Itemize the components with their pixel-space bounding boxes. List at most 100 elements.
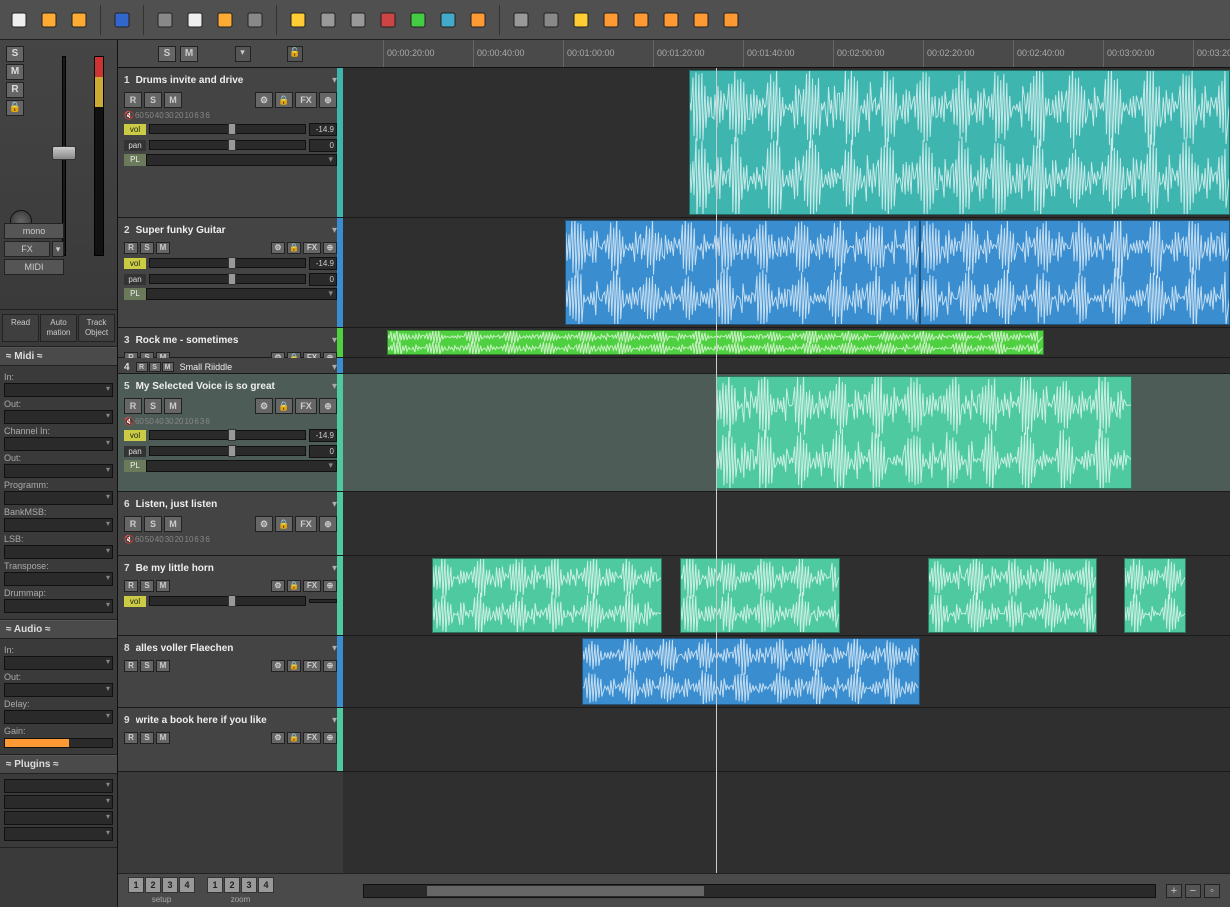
volume-slider[interactable] (149, 124, 306, 134)
solo-button[interactable]: S (144, 516, 162, 532)
plugin-combo[interactable] (146, 460, 337, 472)
volume-slider[interactable] (149, 258, 306, 268)
track-header[interactable]: 6Listen, just listen▾ R S M ⚙ 🔒 FX ⊕ 🔇 6… (118, 492, 343, 556)
align-icon[interactable] (467, 9, 489, 31)
field-combo[interactable] (4, 599, 113, 613)
track-header[interactable]: 9write a book here if you like▾ R S M ⚙ … (118, 708, 343, 772)
fx-button[interactable]: FX (303, 732, 321, 744)
mute-button[interactable]: M (6, 64, 24, 80)
setup-preset-button[interactable]: 1 (128, 877, 144, 893)
midi-button[interactable]: MIDI (4, 259, 64, 275)
lock-icon[interactable]: 🔒 (275, 516, 293, 532)
track-name[interactable]: My Selected Voice is so great (136, 381, 326, 392)
mute-button[interactable]: M (156, 242, 170, 254)
zoom-fit[interactable]: ◦ (1204, 884, 1220, 898)
zoom-preset-button[interactable]: 3 (241, 877, 257, 893)
field-combo[interactable] (4, 491, 113, 505)
copy-icon[interactable] (184, 9, 206, 31)
plugin-slot[interactable] (4, 811, 113, 825)
mute-button[interactable]: M (156, 732, 170, 744)
range4-icon[interactable] (690, 9, 712, 31)
zoom-preset-button[interactable]: 2 (224, 877, 240, 893)
solo-button[interactable]: S (140, 660, 154, 672)
mute-button[interactable]: M (156, 660, 170, 672)
track-header[interactable]: 3Rock me - sometimes▾ R S M ⚙ 🔒 FX ⊕ (118, 328, 343, 358)
gear-icon[interactable]: ⚙ (271, 242, 285, 254)
range5-icon[interactable] (720, 9, 742, 31)
plugin-icon[interactable]: ⊕ (319, 92, 337, 108)
track-name[interactable]: Be my little horn (136, 563, 326, 574)
track-header[interactable]: 2Super funky Guitar▾ R S M ⚙ 🔒 FX ⊕ vol-… (118, 218, 343, 328)
plugin-slot[interactable] (4, 827, 113, 841)
audio-clip[interactable] (716, 376, 1133, 489)
solo-button[interactable]: S (144, 398, 162, 414)
zoom-preset-button[interactable]: 1 (207, 877, 223, 893)
track-lane[interactable] (343, 492, 1230, 556)
track-header[interactable]: 8alles voller Flaechen▾ R S M ⚙ 🔒 FX ⊕ (118, 636, 343, 708)
lock-icon[interactable]: 🔒 (287, 732, 301, 744)
record-arm-button[interactable]: R (124, 398, 142, 414)
track-lane[interactable] (343, 636, 1230, 708)
record-button[interactable]: R (6, 82, 24, 98)
zoom-in-h[interactable]: + (1166, 884, 1182, 898)
fx-button[interactable]: FX (4, 241, 50, 257)
record-arm-button[interactable]: R (124, 242, 138, 254)
solo-button[interactable]: S (140, 580, 154, 592)
field-combo[interactable] (4, 464, 113, 478)
plugin-combo[interactable] (146, 154, 337, 166)
cut-special-icon[interactable] (244, 9, 266, 31)
field-combo[interactable] (4, 656, 113, 670)
track-name[interactable]: write a book here if you like (136, 715, 326, 726)
record-arm-button[interactable]: R (124, 732, 138, 744)
playhead[interactable] (716, 68, 717, 873)
track-lane[interactable] (343, 708, 1230, 772)
solo-button[interactable]: S (140, 242, 154, 254)
lock-icon[interactable]: 🔒 (287, 242, 301, 254)
volume-slider[interactable] (149, 430, 306, 440)
shuffle-icon[interactable] (437, 9, 459, 31)
fx-button[interactable]: FX (295, 92, 317, 108)
solo-button[interactable]: S (140, 732, 154, 744)
gear-icon[interactable]: ⚙ (255, 516, 273, 532)
zoom-preset-button[interactable]: 4 (258, 877, 274, 893)
pan-slider[interactable] (149, 274, 306, 284)
fx-button[interactable]: FX (295, 398, 317, 414)
track-name[interactable]: Drums invite and drive (136, 75, 326, 86)
plugin-slot[interactable] (4, 795, 113, 809)
fx-dropdown[interactable]: ▾ (52, 241, 64, 257)
midi-section-header[interactable]: ≈ Midi ≈ (0, 347, 117, 366)
field-combo[interactable] (4, 410, 113, 424)
track-lane[interactable] (343, 556, 1230, 636)
undo-icon[interactable] (317, 9, 339, 31)
lock-icon[interactable]: 🔒 (287, 580, 301, 592)
plugin-combo[interactable] (146, 288, 337, 300)
paste-icon[interactable] (214, 9, 236, 31)
plugin-slot[interactable] (4, 779, 113, 793)
audio-clip[interactable] (1124, 558, 1186, 633)
gear-icon[interactable]: ⚙ (255, 92, 273, 108)
cut-icon[interactable] (154, 9, 176, 31)
setup-preset-button[interactable]: 4 (179, 877, 195, 893)
volume-slider[interactable] (149, 596, 306, 606)
mute-button[interactable]: M (164, 516, 182, 532)
mute-button[interactable]: M (164, 92, 182, 108)
setup-preset-button[interactable]: 2 (145, 877, 161, 893)
field-combo[interactable] (4, 383, 113, 397)
scroll-thumb[interactable] (427, 886, 704, 896)
ruler-menu[interactable]: ▾ (235, 46, 251, 62)
track-lane[interactable] (343, 358, 1230, 374)
pan-slider[interactable] (149, 446, 306, 456)
plugin-icon[interactable]: ⊕ (323, 660, 337, 672)
save-icon[interactable] (111, 9, 133, 31)
audio-clip[interactable] (928, 558, 1097, 633)
track-header[interactable]: 5My Selected Voice is so great▾ R S M ⚙ … (118, 374, 343, 492)
mute-button[interactable]: M (156, 580, 170, 592)
lock-icon[interactable]: 🔒 (287, 660, 301, 672)
audio-section-header[interactable]: ≈ Audio ≈ (0, 620, 117, 639)
track-header[interactable]: 1Drums invite and drive▾ R S M ⚙ 🔒 FX ⊕ … (118, 68, 343, 218)
solo-button[interactable]: S (6, 46, 24, 62)
plugin-icon[interactable]: ⊕ (323, 242, 337, 254)
open-folder-icon[interactable] (38, 9, 60, 31)
track-name[interactable]: alles voller Flaechen (136, 643, 326, 654)
record-arm-button[interactable]: R (124, 516, 142, 532)
